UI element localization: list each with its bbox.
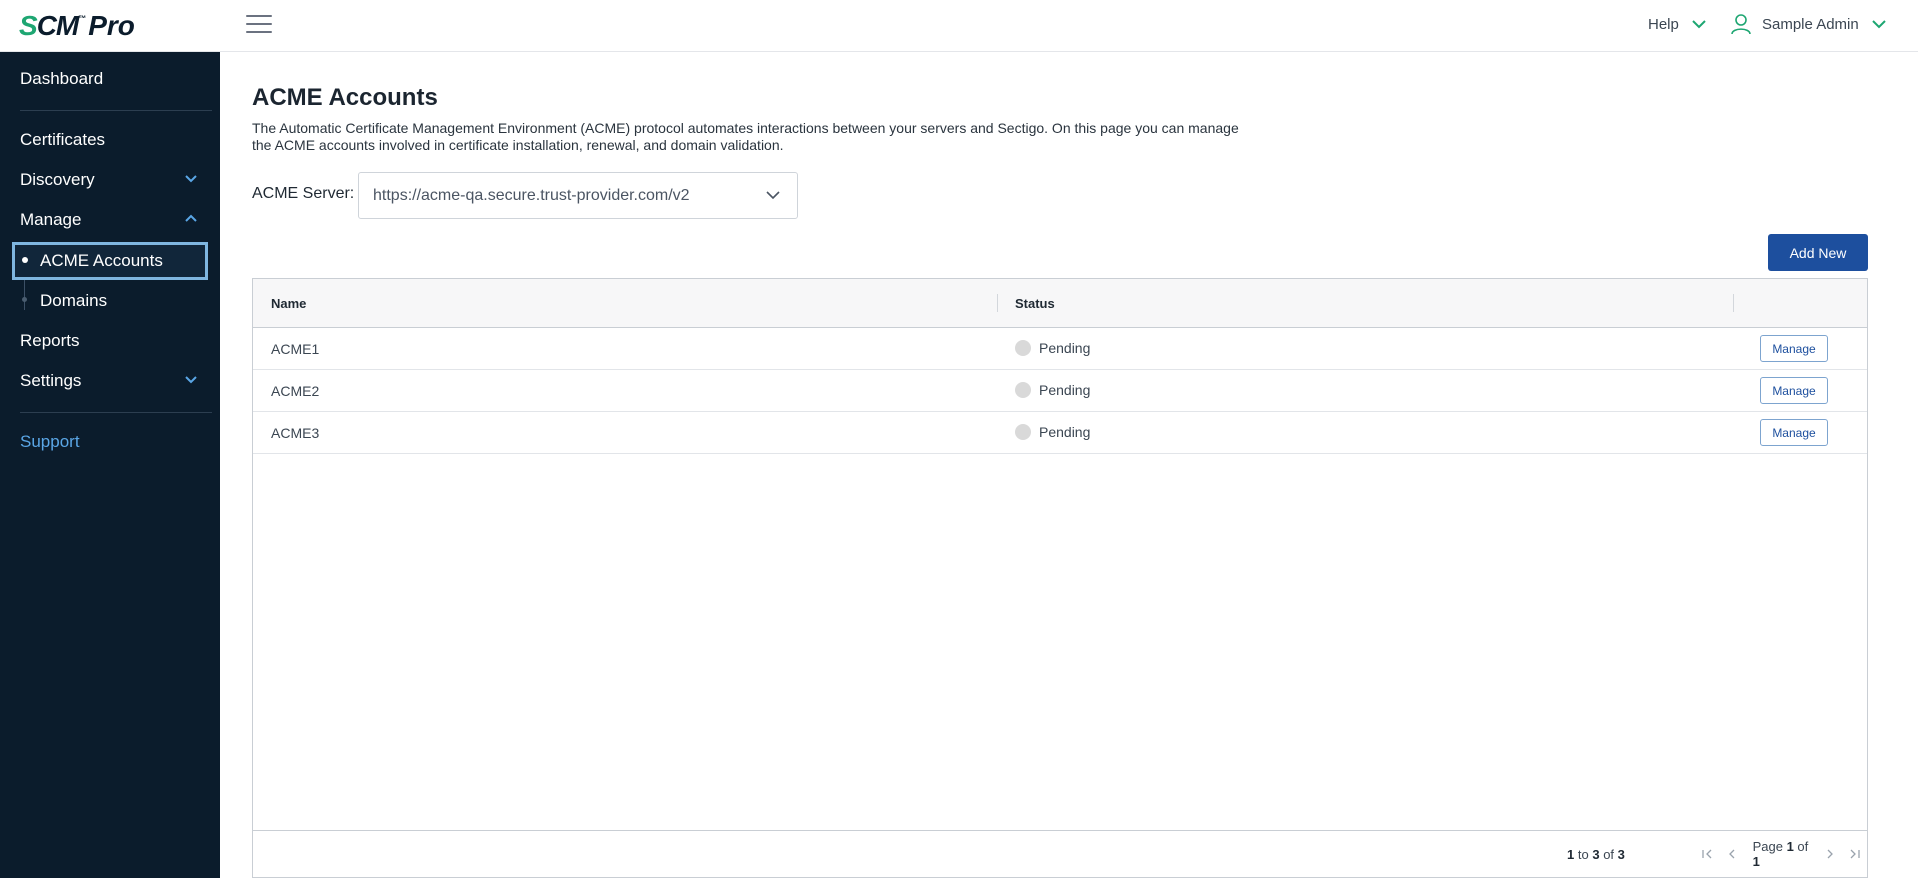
help-label: Help xyxy=(1648,15,1679,33)
user-name: Sample Admin xyxy=(1762,15,1859,33)
status-label: Pending xyxy=(1039,382,1091,398)
status-dot-icon xyxy=(1015,382,1031,398)
sidebar-item-manage[interactable]: Manage xyxy=(0,200,220,240)
sidebar-item-reports[interactable]: Reports xyxy=(0,321,220,361)
top-bar: S CM ™ Pro Help Sample Admin xyxy=(0,0,1918,52)
column-separator[interactable] xyxy=(1733,294,1734,312)
chevron-down-icon xyxy=(185,175,197,183)
table-row[interactable]: ACME1 Pending Manage xyxy=(253,328,1867,370)
column-separator[interactable] xyxy=(997,294,998,312)
table-row[interactable]: ACME3 Pending Manage xyxy=(253,412,1867,454)
sidebar-item-label: Domains xyxy=(40,291,108,310)
status-label: Pending xyxy=(1039,424,1091,440)
manage-button[interactable]: Manage xyxy=(1760,419,1828,446)
account-name: ACME2 xyxy=(271,383,320,399)
sidebar-item-acme-accounts[interactable]: ACME Accounts xyxy=(12,242,208,280)
account-status: Pending xyxy=(1015,422,1090,442)
status-label: Pending xyxy=(1039,340,1091,356)
manage-button[interactable]: Manage xyxy=(1760,335,1828,362)
sidebar-item-label: Settings xyxy=(20,371,82,390)
acme-server-select[interactable]: https://acme-qa.secure.trust-provider.co… xyxy=(358,172,798,219)
sidebar-item-label: Dashboard xyxy=(20,69,104,88)
sidebar-item-label: ACME Accounts xyxy=(40,251,163,270)
logo-cm: CM xyxy=(36,10,80,41)
add-new-button[interactable]: Add New xyxy=(1768,234,1868,271)
logo-trademark: ™ xyxy=(78,14,87,23)
status-dot-icon xyxy=(1015,424,1031,440)
account-name: ACME3 xyxy=(271,425,320,441)
table-header: Name Status xyxy=(253,279,1867,328)
account-name: ACME1 xyxy=(271,341,320,357)
column-header-status[interactable]: Status xyxy=(1015,296,1055,311)
table-footer: 1 to 3 of 3 Page 1 of 1 xyxy=(253,830,1867,877)
account-status: Pending xyxy=(1015,338,1090,358)
hamburger-menu-icon[interactable] xyxy=(246,15,272,37)
sidebar-item-label: Reports xyxy=(20,331,80,350)
previous-page-icon[interactable] xyxy=(1723,843,1742,865)
account-status: Pending xyxy=(1015,380,1090,400)
table-row[interactable]: ACME2 Pending Manage xyxy=(253,370,1867,412)
sidebar-item-label: Support xyxy=(20,432,80,451)
sidebar-divider xyxy=(20,412,212,413)
sidebar-item-settings[interactable]: Settings xyxy=(0,361,220,401)
sidebar-item-domains[interactable]: Domains xyxy=(12,282,208,320)
acme-server-value: https://acme-qa.secure.trust-provider.co… xyxy=(373,186,690,204)
chevron-up-icon xyxy=(185,214,197,222)
page-description: The Automatic Certificate Management Env… xyxy=(252,120,1239,153)
sidebar-item-discovery[interactable]: Discovery xyxy=(0,160,220,200)
sidebar-item-support[interactable]: Support xyxy=(0,422,220,462)
last-page-icon[interactable] xyxy=(1845,843,1864,865)
page-title: ACME Accounts xyxy=(252,84,438,111)
sidebar-divider xyxy=(20,110,212,111)
chevron-down-icon xyxy=(766,191,780,200)
main-content: ACME Accounts The Automatic Certificate … xyxy=(220,52,1918,878)
chevron-down-icon xyxy=(1692,20,1706,29)
page-indicator: Page 1 of 1 xyxy=(1752,839,1809,869)
active-dot-icon xyxy=(22,257,28,263)
user-icon xyxy=(1731,14,1751,35)
chevron-down-icon xyxy=(1872,20,1886,29)
help-menu[interactable]: Help xyxy=(1648,12,1707,36)
sidebar-item-label: Discovery xyxy=(20,170,95,189)
column-header-name[interactable]: Name xyxy=(271,296,306,311)
first-page-icon[interactable] xyxy=(1698,843,1717,865)
manage-button[interactable]: Manage xyxy=(1760,377,1828,404)
sidebar-item-label: Manage xyxy=(20,210,82,229)
sidebar-item-label: Certificates xyxy=(20,130,106,149)
next-page-icon[interactable] xyxy=(1820,843,1839,865)
sidebar-item-certificates[interactable]: Certificates xyxy=(0,120,220,160)
user-menu[interactable]: Sample Admin xyxy=(1730,12,1887,36)
scm-pro-logo[interactable]: S CM ™ Pro xyxy=(19,10,135,42)
submenu-dot-icon xyxy=(22,297,27,302)
logo-s: S xyxy=(19,10,38,41)
sidebar: Dashboard Certificates Discovery Manage … xyxy=(0,52,220,878)
acme-accounts-table: Name Status ACME1 Pending Manage ACME2 P… xyxy=(252,278,1868,878)
logo-pro: Pro xyxy=(88,10,135,41)
chevron-down-icon xyxy=(185,376,197,384)
row-summary: 1 to 3 of 3 xyxy=(1567,847,1625,862)
pagination: Page 1 of 1 xyxy=(1695,839,1867,869)
status-dot-icon xyxy=(1015,340,1031,356)
sidebar-item-dashboard[interactable]: Dashboard xyxy=(0,59,220,99)
acme-server-label: ACME Server: xyxy=(252,185,355,202)
